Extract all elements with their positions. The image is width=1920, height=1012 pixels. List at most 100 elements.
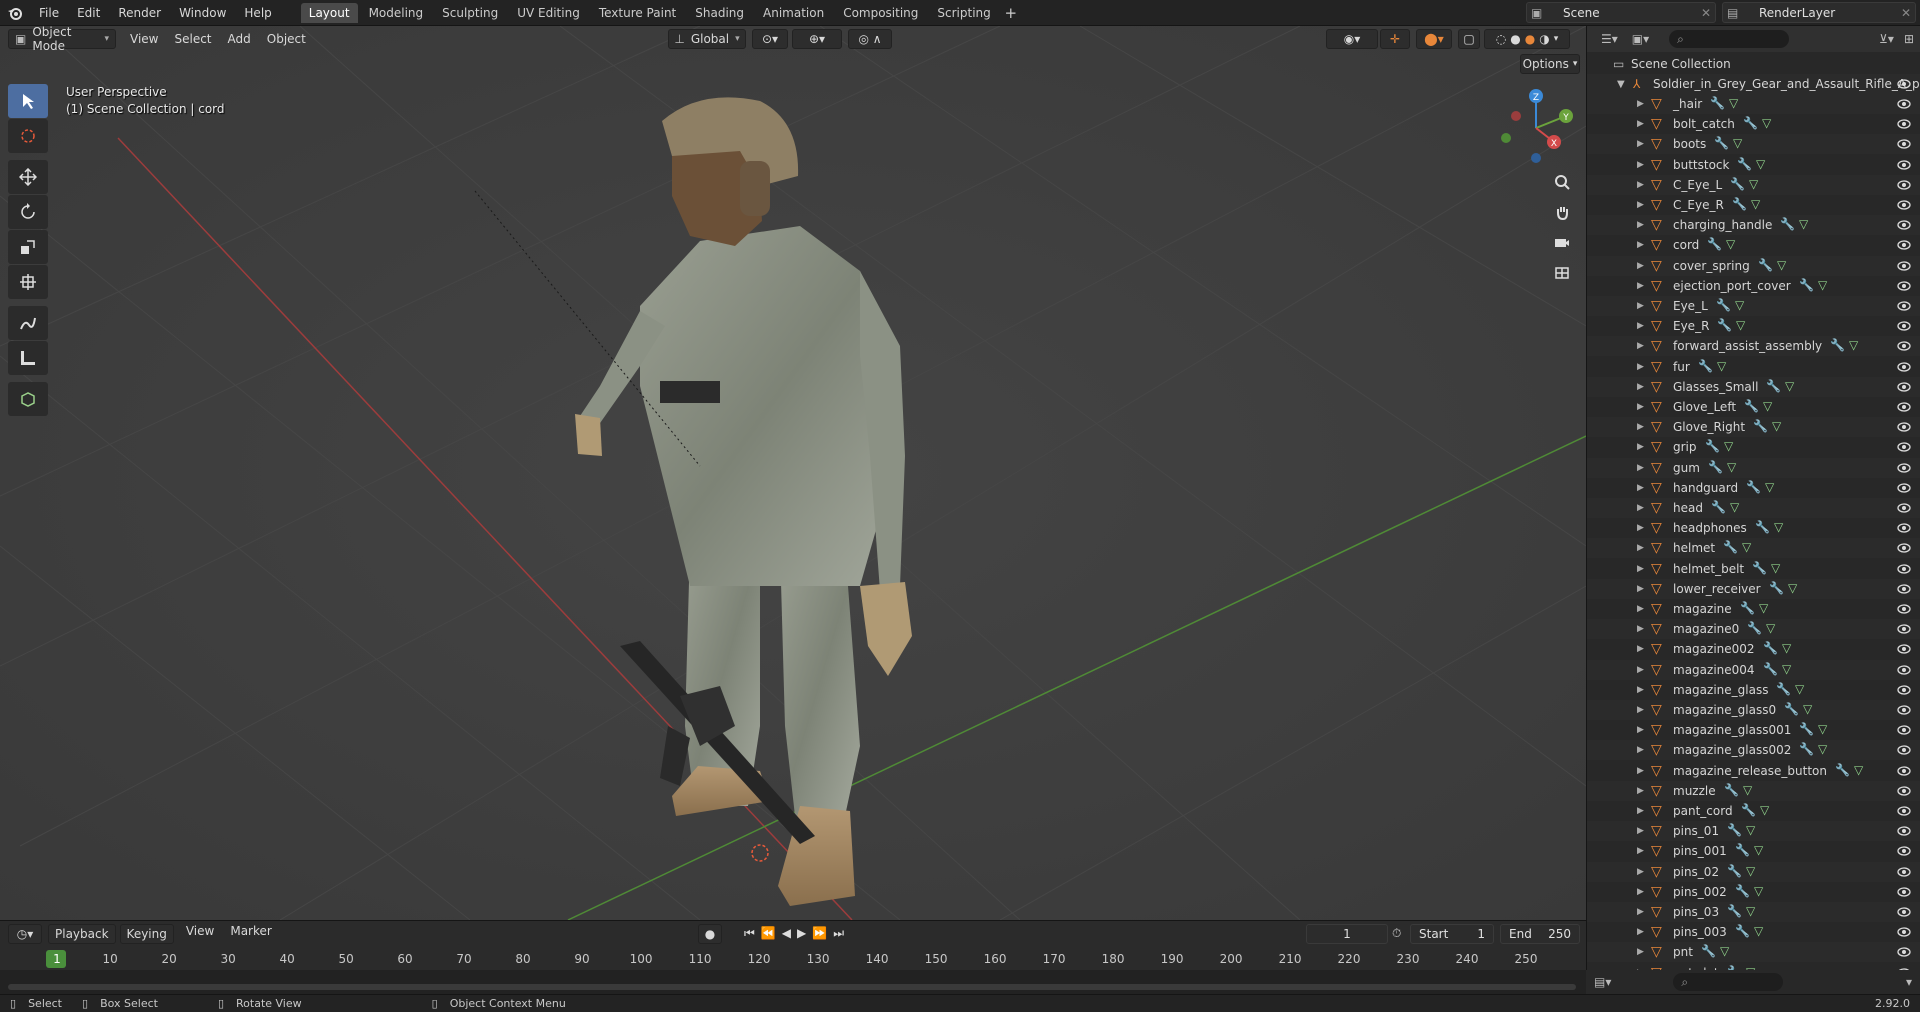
navigation-gizmo[interactable]: Z Y X (1494, 86, 1578, 170)
outliner-item[interactable]: ▶ ▽ C_Eye_R 🔧 ▽ (1587, 195, 1920, 215)
outliner-item[interactable]: ▶ ▽ fur 🔧 ▽ (1587, 356, 1920, 377)
expand-arrow-icon[interactable]: ▶ (1637, 806, 1644, 816)
outliner-item[interactable]: ▶ ▽ pant_cord 🔧 ▽ (1587, 801, 1920, 821)
outliner-item[interactable]: ▶ ▽ magazine_glass001 🔧 ▽ (1587, 720, 1920, 741)
outliner-item[interactable]: ▶ ▽ buttstock 🔧 ▽ (1587, 154, 1920, 175)
menu-help[interactable]: Help (235, 0, 280, 26)
expand-arrow-icon[interactable]: ▶ (1637, 826, 1644, 836)
visibility-eye-icon[interactable] (1897, 765, 1911, 777)
outliner-item[interactable]: ▶ ▽ pins_01 🔧 ▽ (1587, 821, 1920, 842)
display-mode-icon[interactable]: ☰▾ (1601, 32, 1618, 46)
end-frame-field[interactable]: End 250 (1500, 923, 1580, 944)
outliner-search-input[interactable]: ⌕ (1669, 30, 1790, 48)
outliner-item[interactable]: ▶ ▽ cord 🔧 ▽ (1587, 235, 1920, 256)
visibility-eye-icon[interactable] (1897, 603, 1911, 615)
outliner-item[interactable]: ▶ ▽ magazine004 🔧 ▽ (1587, 659, 1920, 680)
outliner-item[interactable]: ▶ ▽ pins_003 🔧 ▽ (1587, 922, 1920, 943)
menu-file[interactable]: File (30, 0, 68, 26)
outliner-item[interactable]: ▶ ▽ head 🔧 ▽ (1587, 498, 1920, 518)
expand-arrow-icon[interactable]: ▶ (1637, 422, 1644, 432)
pivot-point-icon[interactable]: ⊙▾ (752, 29, 788, 49)
expand-arrow-icon[interactable]: ▶ (1637, 362, 1644, 372)
outliner-item[interactable]: ▶ ▽ Glasses_Small 🔧 ▽ (1587, 376, 1920, 397)
expand-arrow-icon[interactable]: ▶ (1637, 846, 1644, 856)
visibility-eye-icon[interactable] (1897, 704, 1911, 716)
visibility-eye-icon[interactable] (1897, 441, 1911, 453)
proportional-editing-icon[interactable]: ◎ ∧ (848, 29, 892, 49)
solid-shading-icon[interactable]: ● (1510, 32, 1520, 46)
visibility-eye-icon[interactable] (1897, 825, 1911, 837)
filter-view-icon[interactable]: ▣▾ (1632, 32, 1649, 46)
visibility-eye-icon[interactable] (1897, 866, 1911, 878)
visibility-eye-icon[interactable] (1897, 684, 1911, 696)
visibility-eye-icon[interactable] (1897, 785, 1911, 797)
expand-arrow-icon[interactable]: ▶ (1637, 927, 1644, 937)
timeline-menu-playback[interactable]: Playback (48, 923, 116, 944)
visibility-eye-icon[interactable] (1897, 886, 1911, 898)
tab-shading[interactable]: Shading (687, 3, 752, 23)
move-tool-icon[interactable] (8, 160, 48, 194)
jump-start-icon[interactable]: ⏮ (744, 926, 755, 941)
expand-arrow-icon[interactable]: ▶ (1637, 442, 1644, 452)
properties-search-input[interactable]: ⌕ (1673, 973, 1784, 991)
expand-arrow-icon[interactable]: ▶ (1637, 745, 1644, 755)
outliner-item[interactable]: ▶ ▽ magazine 🔧 ▽ (1587, 599, 1920, 619)
menu-window[interactable]: Window (170, 0, 235, 26)
expand-arrow-icon[interactable]: ▶ (1637, 483, 1644, 493)
tab-sculpting[interactable]: Sculpting (434, 3, 506, 23)
outliner-item[interactable]: ▶ ▽ pnt 🔧 ▽ (1587, 942, 1920, 963)
expand-arrow-icon[interactable]: ▶ (1637, 99, 1644, 109)
expand-arrow-icon[interactable]: ▶ (1637, 543, 1644, 553)
outliner-item[interactable]: ▶ ▽ pins_001 🔧 ▽ (1587, 841, 1920, 862)
expand-arrow-icon[interactable]: ▶ (1637, 665, 1644, 675)
3d-viewport[interactable]: User Perspective (1) Scene Collection | … (0, 26, 1586, 920)
expand-arrow-icon[interactable]: ▶ (1637, 220, 1644, 230)
camera-view-icon[interactable] (1548, 228, 1576, 256)
mode-selector[interactable]: ▣ Object Mode ▾ (8, 25, 116, 53)
view-layer-selector[interactable]: ▤ RenderLayer ✕ (1722, 2, 1916, 23)
visibility-eye-icon[interactable] (1897, 300, 1911, 312)
visibility-eye-icon[interactable] (1897, 724, 1911, 736)
current-frame-field[interactable]: 1 (1306, 923, 1388, 944)
visibility-eye-icon[interactable] (1897, 361, 1911, 373)
outliner-item[interactable]: ▶ ▽ grip 🔧 ▽ (1587, 437, 1920, 458)
visibility-eye-icon[interactable] (1897, 946, 1911, 958)
visibility-eye-icon[interactable] (1897, 462, 1911, 474)
outliner-item[interactable]: ▶ ▽ charging_handle 🔧 ▽ (1587, 215, 1920, 236)
expand-arrow-icon[interactable]: ▶ (1637, 180, 1644, 190)
expand-arrow-icon[interactable]: ▶ (1637, 382, 1644, 392)
expand-arrow-icon[interactable]: ▶ (1637, 261, 1644, 271)
expand-arrow-icon[interactable]: ▶ (1637, 644, 1644, 654)
tab-uv-editing[interactable]: UV Editing (509, 3, 588, 23)
viewport-menu-view[interactable]: View (122, 32, 166, 46)
play-icon[interactable]: ▶ (797, 926, 806, 941)
timeline-ruler[interactable]: 1 10 20 30 40 50 60 70 80 90 100 110 120 130 140 150 160… (0, 946, 1586, 970)
expand-arrow-icon[interactable]: ▶ (1637, 301, 1644, 311)
outliner-item[interactable]: ▶ ▽ pins_002 🔧 ▽ (1587, 881, 1920, 902)
visibility-eye-icon[interactable] (1897, 421, 1911, 433)
expand-arrow-icon[interactable]: ▶ (1637, 119, 1644, 129)
visibility-eye-icon[interactable] (1897, 482, 1911, 494)
outliner-item[interactable]: ▶ ▽ gum 🔧 ▽ (1587, 457, 1920, 478)
visibility-eye-icon[interactable] (1897, 179, 1911, 191)
timeline-scrollbar[interactable] (8, 984, 1576, 990)
scene-selector[interactable]: ▣ Scene ✕ (1526, 2, 1716, 23)
transform-orientation-selector[interactable]: ⊥ Global ▾ (668, 29, 746, 49)
expand-arrow-icon[interactable]: ▶ (1637, 200, 1644, 210)
expand-arrow-icon[interactable]: ▶ (1637, 341, 1644, 351)
outliner-item[interactable]: ▶ ▽ headphones 🔧 ▽ (1587, 518, 1920, 539)
tab-compositing[interactable]: Compositing (835, 3, 926, 23)
rotate-tool-icon[interactable] (8, 195, 48, 229)
gizmo-toggle-icon[interactable]: ✛ (1380, 29, 1410, 49)
timeline-track[interactable] (0, 970, 1586, 994)
expand-arrow-icon[interactable]: ▶ (1637, 685, 1644, 695)
stopwatch-icon[interactable]: ⏱ (1392, 926, 1401, 941)
visibility-eye-icon[interactable] (1897, 320, 1911, 332)
menu-edit[interactable]: Edit (68, 0, 109, 26)
add-cube-tool-icon[interactable] (8, 382, 48, 416)
outliner-item[interactable]: ▶ ▽ magazine0 🔧 ▽ (1587, 619, 1920, 640)
outliner-item[interactable]: ▶ ▽ magazine_glass 🔧 ▽ (1587, 679, 1920, 700)
expand-arrow-icon[interactable]: ▶ (1637, 705, 1644, 715)
visibility-eye-icon[interactable] (1897, 522, 1911, 534)
expand-arrow-icon[interactable]: ▶ (1637, 321, 1644, 331)
